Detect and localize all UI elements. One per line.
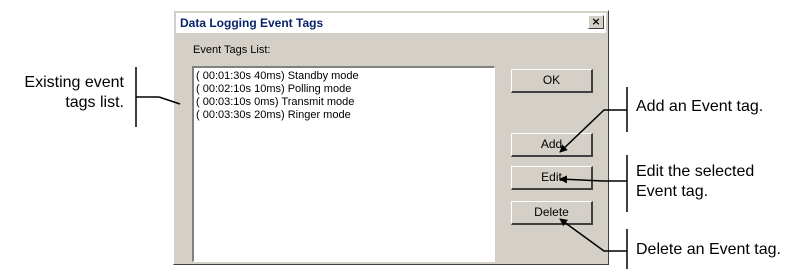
left-callout — [135, 67, 181, 127]
edit-callout — [559, 155, 628, 212]
add-callout — [559, 87, 628, 153]
delete-callout — [559, 218, 628, 269]
callout-lines — [135, 67, 628, 269]
